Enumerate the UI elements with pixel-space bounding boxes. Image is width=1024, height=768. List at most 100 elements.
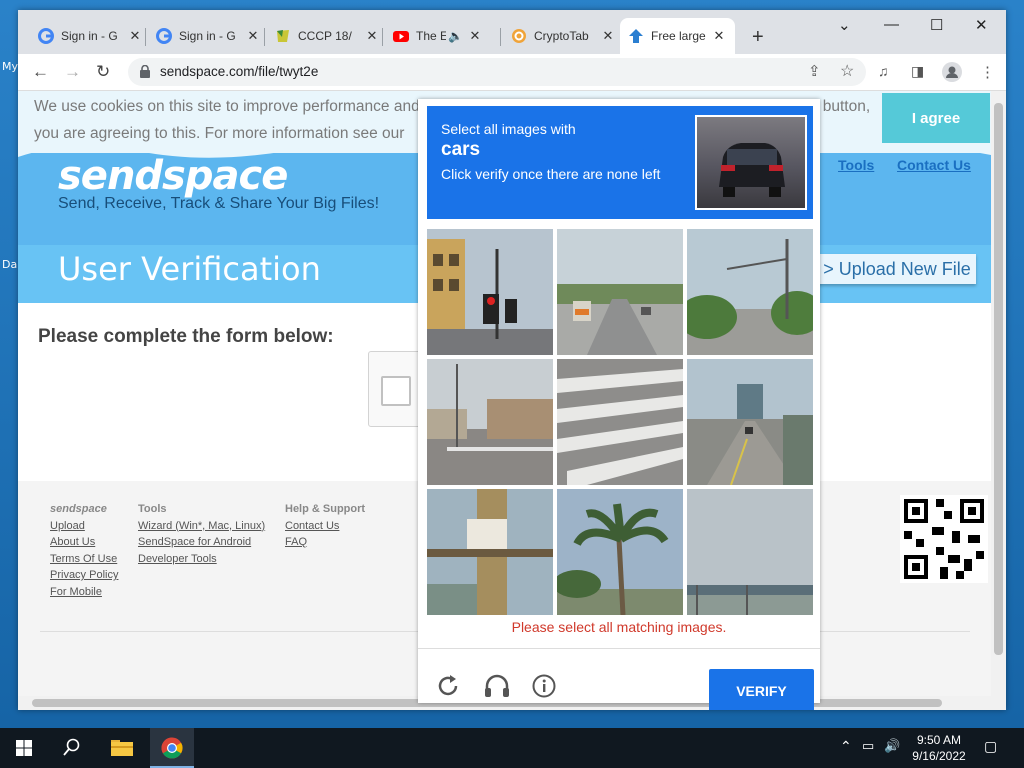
captcha-tile[interactable] <box>427 489 553 615</box>
captcha-tile[interactable] <box>557 359 683 485</box>
media-control-icon[interactable]: ♫ <box>878 63 889 79</box>
captcha-tile[interactable] <box>687 489 813 615</box>
sendspace-logo[interactable]: sendspace <box>58 153 288 199</box>
captcha-tile[interactable] <box>427 229 553 355</box>
info-icon[interactable] <box>532 674 556 698</box>
menu-kebab-icon[interactable]: ⋮ <box>980 63 995 81</box>
captcha-tile[interactable] <box>687 359 813 485</box>
tab-title: Sign in - G <box>179 29 236 43</box>
footer-col-tools: Tools Wizard (Win*, Mac, Linux) SendSpac… <box>138 501 265 567</box>
chrome-icon <box>161 737 183 759</box>
tab-google-signin-1[interactable]: Sign in - G ✕ <box>38 24 143 48</box>
footer-link-about[interactable]: About Us <box>50 534 118 551</box>
clock-time: 9:50 AM <box>916 733 962 747</box>
maximize-button[interactable]: ☐ <box>930 16 943 34</box>
tab-sendspace-active[interactable]: Free large ✕ <box>620 18 735 54</box>
search-icon[interactable] <box>63 738 81 756</box>
new-tab-button[interactable]: + <box>752 26 764 49</box>
tab-youtube[interactable]: The E 🔈 ✕ <box>393 24 483 48</box>
form-title: Please complete the form below: <box>38 326 334 347</box>
volume-icon[interactable]: 🔊 <box>884 738 900 754</box>
footer-link-mobile[interactable]: For Mobile <box>50 584 118 601</box>
address-bar[interactable]: sendspace.com/file/twyt2e ⇪ ☆ <box>128 58 866 86</box>
side-panel-icon[interactable]: ◨ <box>911 63 924 80</box>
captcha-instruction: Select all images with <box>441 121 576 137</box>
back-icon[interactable]: ← <box>32 62 49 82</box>
browser-window: Sign in - G ✕ Sign in - G ✕ CCCP 18/ ✕ T… <box>18 10 1006 710</box>
file-explorer-icon[interactable] <box>111 738 133 756</box>
captcha-tile[interactable] <box>557 229 683 355</box>
close-tab-icon[interactable]: ✕ <box>600 28 616 44</box>
vertical-scrollbar[interactable] <box>991 91 1006 696</box>
footer-link-android[interactable]: SendSpace for Android <box>138 534 265 551</box>
profile-avatar-icon[interactable] <box>942 62 962 82</box>
verification-title: User Verification <box>58 250 321 288</box>
taskbar-chrome-button[interactable] <box>150 728 194 768</box>
footer-col-help: Help & Support Contact Us FAQ <box>285 501 365 551</box>
minimize-button[interactable]: — <box>884 16 899 33</box>
captcha-tile[interactable] <box>427 359 553 485</box>
tab-title: Sign in - G <box>61 29 118 43</box>
tab-cccp[interactable]: CCCP 18/ ✕ <box>275 24 380 48</box>
footer-link-wizard[interactable]: Wizard (Win*, Mac, Linux) <box>138 518 265 535</box>
close-tab-icon[interactable]: ✕ <box>364 28 380 44</box>
notification-icon[interactable]: ▢ <box>984 738 997 755</box>
bookmark-star-icon[interactable]: ☆ <box>840 61 854 81</box>
tab-google-signin-2[interactable]: Sign in - G ✕ <box>156 24 261 48</box>
tab-cryptotab[interactable]: CryptoTab ✕ <box>511 24 616 48</box>
footer-heading: sendspace <box>50 503 107 515</box>
tab-title: Free large <box>651 29 706 43</box>
tab-divider <box>382 28 383 46</box>
close-tab-icon[interactable]: ✕ <box>245 28 261 44</box>
nav-contact-link[interactable]: Contact Us <box>897 157 971 173</box>
cryptotab-icon <box>512 29 526 43</box>
network-icon[interactable]: ▭ <box>862 738 874 754</box>
footer-link-terms[interactable]: Terms Of Use <box>50 551 118 568</box>
close-window-button[interactable]: ✕ <box>975 16 988 34</box>
nav-tools-link[interactable]: Tools <box>838 157 874 173</box>
captcha-tile[interactable] <box>687 229 813 355</box>
reload-challenge-icon[interactable] <box>436 674 460 698</box>
tray-chevron-up-icon[interactable]: ⌃ <box>840 738 852 755</box>
tab-title: CCCP 18/ <box>298 29 352 43</box>
forward-icon[interactable]: → <box>64 62 81 82</box>
share-icon[interactable]: ⇪ <box>808 62 821 80</box>
captcha-hint: Click verify once there are none left <box>441 166 661 182</box>
recaptcha-checkbox[interactable] <box>381 376 411 406</box>
captcha-header: Select all images with cars Click verify… <box>427 106 813 219</box>
upload-arrow-icon <box>629 29 643 43</box>
footer-link-upload[interactable]: Upload <box>50 518 118 535</box>
footer-link-contact[interactable]: Contact Us <box>285 518 365 535</box>
footer-heading: Tools <box>138 503 167 515</box>
upload-new-file-button[interactable]: > Upload New File <box>818 254 976 284</box>
clock[interactable]: 9:50 AM 9/16/2022 <box>910 732 968 764</box>
close-tab-icon[interactable]: ✕ <box>711 28 727 44</box>
flag-icon <box>277 30 289 42</box>
windows-start-icon[interactable] <box>16 740 32 756</box>
agree-button[interactable]: I agree <box>882 93 990 143</box>
captcha-divider <box>418 648 820 649</box>
footer-link-devtools[interactable]: Developer Tools <box>138 551 265 568</box>
verify-button[interactable]: VERIFY <box>709 669 814 710</box>
close-tab-icon[interactable]: ✕ <box>467 28 483 44</box>
speaker-icon[interactable]: 🔈 <box>448 29 463 43</box>
captcha-error-message: Please select all matching images. <box>511 619 727 635</box>
desktop-icon-label[interactable]: Da <box>2 258 17 271</box>
footer-link-privacy[interactable]: Privacy Policy <box>50 567 118 584</box>
tab-title: CryptoTab <box>534 29 589 43</box>
url-text[interactable]: sendspace.com/file/twyt2e <box>160 64 318 79</box>
lock-icon[interactable] <box>140 65 150 78</box>
desktop-icon-label[interactable]: My <box>2 60 18 73</box>
reload-icon[interactable]: ↻ <box>96 62 110 82</box>
clock-date: 9/16/2022 <box>912 749 966 763</box>
sample-car-image <box>695 115 807 210</box>
audio-challenge-icon[interactable] <box>484 674 510 698</box>
close-tab-icon[interactable]: ✕ <box>127 28 143 44</box>
tab-divider <box>500 28 501 46</box>
footer-link-faq[interactable]: FAQ <box>285 534 365 551</box>
youtube-icon <box>393 31 409 42</box>
scrollbar-thumb[interactable] <box>994 103 1003 655</box>
captcha-tile[interactable] <box>557 489 683 615</box>
taskbar: ⌃ ▭ 🔊 ▢ <box>0 728 1024 768</box>
tab-search-icon[interactable]: ⌄ <box>838 16 851 34</box>
